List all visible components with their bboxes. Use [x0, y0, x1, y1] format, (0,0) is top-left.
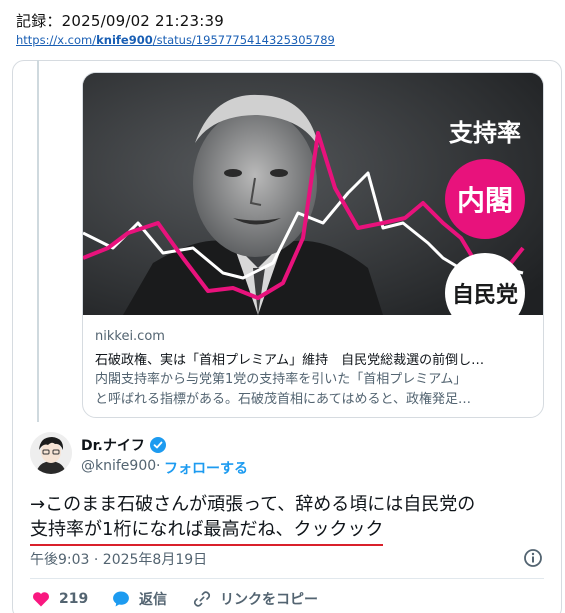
like-button[interactable]: 219 [31, 590, 88, 608]
link-description: 内閣支持率から与党第1党の支持率を引いた「首相プレミアム」 と呼ばれる指標がある… [95, 370, 535, 410]
reply-label: 返信 [139, 592, 167, 608]
thumbnail-badge-ldp: 自民党 [452, 282, 518, 308]
heart-icon [32, 592, 50, 607]
link-description-line1: 内閣支持率から与党第1党の支持率を引いた「首相プレミアム」 [95, 372, 467, 387]
reply-button[interactable]: 返信 [111, 590, 167, 608]
avatar-illustration [30, 432, 72, 474]
author-handle[interactable]: @knife900 [81, 458, 156, 474]
link-domain: nikkei.com [95, 329, 165, 344]
verified-badge-icon [150, 437, 166, 453]
copy-link-button[interactable]: リンクをコピー [192, 590, 318, 608]
link-icon [194, 591, 210, 607]
copy-link-label: リンクをコピー [220, 592, 318, 608]
thumbnail-heading: 支持率 [449, 119, 521, 147]
follow-button[interactable]: フォローする [164, 458, 248, 478]
thumbnail-badge-cabinet: 内閣 [457, 184, 513, 217]
separator-dot: · [156, 458, 161, 474]
article-thumbnail: 支持率 内閣 自民党 [83, 73, 543, 315]
thread-line [37, 60, 39, 422]
tweet-timestamp[interactable]: 午後9:03 · 2025年8月19日 [30, 549, 207, 569]
info-icon[interactable] [523, 548, 543, 568]
avatar[interactable] [30, 432, 72, 474]
author-name[interactable]: Dr.ナイフ [81, 435, 145, 455]
like-count: 219 [59, 591, 89, 607]
record-timestamp: 記録：2025/09/02 21:23:39 [16, 12, 224, 30]
record-url[interactable]: https://x.com/knife900/status/1957775414… [16, 33, 335, 47]
link-description-line2: と呼ばれる指標がある。石破茂首相にあてはめると、政権発足… [95, 392, 471, 407]
tweet-text-line1: →このまま石破さんが頑張って、辞める頃には自民党の [30, 494, 476, 515]
tweet-text: →このまま石破さんが頑張って、辞める頃には自民党の 支持率が1桁になれば最高だね… [30, 492, 550, 546]
link-preview-card[interactable]: 支持率 内閣 自民党 nikkei.com 石破政権、実は「首相プレミアム」維持… [82, 72, 544, 418]
link-preview-image: 支持率 内閣 自民党 [83, 73, 543, 315]
link-title: 石破政権、実は「首相プレミアム」維持 自民党総裁選の前倒し… [95, 353, 485, 368]
tweet-text-line2-underlined: 支持率が1桁になれば最高だね、クックック [30, 517, 384, 546]
speech-bubble-icon [113, 591, 129, 607]
divider [30, 578, 544, 579]
